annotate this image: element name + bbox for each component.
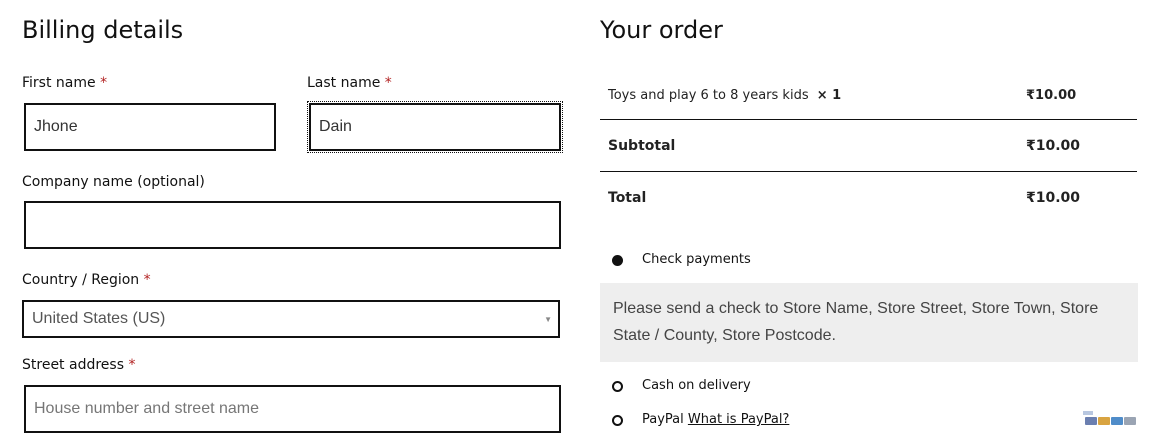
card-logos-icon bbox=[1083, 409, 1138, 427]
first-name-field[interactable] bbox=[24, 103, 276, 151]
street-address-field[interactable] bbox=[24, 385, 561, 433]
company-name-field[interactable] bbox=[24, 201, 561, 249]
first-name-label-text: First name bbox=[22, 75, 96, 91]
order-item-price: ₹10.00 bbox=[1026, 88, 1077, 103]
last-name-field[interactable] bbox=[307, 101, 563, 153]
check-payments-description: Please send a check to Store Name, Store… bbox=[600, 283, 1138, 362]
dropdown-arrow-icon: ▼ bbox=[544, 315, 552, 324]
required-marker: * bbox=[384, 75, 392, 91]
country-select[interactable]: United States (US) ▼ bbox=[22, 300, 560, 338]
cash-on-delivery-label[interactable]: Cash on delivery bbox=[642, 378, 751, 393]
subtotal-label: Subtotal bbox=[608, 138, 676, 154]
first-name-label: First name * bbox=[22, 75, 107, 91]
order-heading: Your order bbox=[600, 16, 723, 44]
total-label: Total bbox=[608, 190, 647, 206]
company-name-label: Company name (optional) bbox=[22, 174, 205, 190]
street-address-label: Street address * bbox=[22, 357, 135, 373]
required-marker: * bbox=[143, 272, 151, 288]
country-selected-value: United States (US) bbox=[32, 310, 166, 327]
required-marker: * bbox=[128, 357, 136, 373]
check-payments-label[interactable]: Check payments bbox=[642, 252, 751, 267]
cash-on-delivery-radio[interactable] bbox=[612, 381, 623, 392]
paypal-label-text: PayPal bbox=[642, 412, 684, 427]
order-item-quantity: × 1 bbox=[816, 88, 842, 103]
last-name-label-text: Last name bbox=[307, 75, 381, 91]
divider bbox=[600, 119, 1137, 120]
paypal-label[interactable]: PayPal What is PayPal? bbox=[642, 412, 789, 427]
country-label-text: Country / Region bbox=[22, 272, 140, 288]
divider bbox=[600, 171, 1137, 172]
country-label: Country / Region * bbox=[22, 272, 151, 288]
what-is-paypal-link[interactable]: What is PayPal? bbox=[688, 412, 789, 427]
billing-heading: Billing details bbox=[22, 16, 184, 44]
total-value: ₹10.00 bbox=[1026, 190, 1081, 206]
order-item-name: Toys and play 6 to 8 years kids bbox=[608, 88, 809, 103]
order-item: Toys and play 6 to 8 years kids × 1 bbox=[608, 88, 841, 103]
street-address-label-text: Street address bbox=[22, 357, 124, 373]
subtotal-value: ₹10.00 bbox=[1026, 138, 1081, 154]
required-marker: * bbox=[100, 75, 108, 91]
check-payments-radio[interactable] bbox=[612, 255, 623, 266]
paypal-radio[interactable] bbox=[612, 415, 623, 426]
last-name-label: Last name * bbox=[307, 75, 392, 91]
